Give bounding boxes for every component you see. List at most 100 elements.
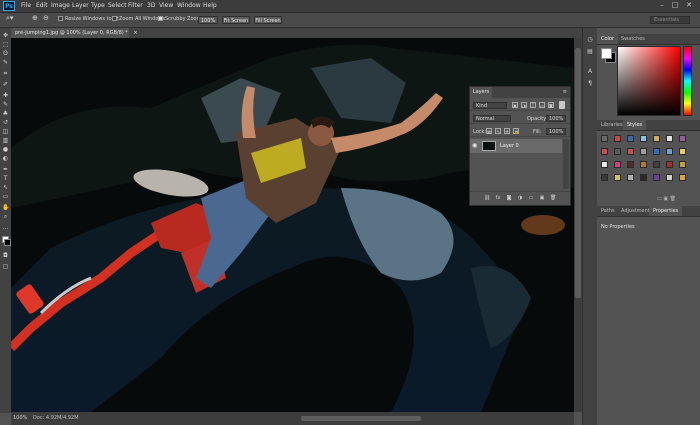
filter-type-icon[interactable]: T	[530, 102, 536, 108]
menu-type[interactable]: Type	[91, 2, 105, 9]
group-icon[interactable]: ▭	[528, 196, 534, 201]
style-swatch[interactable]	[627, 161, 634, 168]
delete-icon[interactable]: 🗑	[550, 196, 556, 201]
vertical-scroll-thumb[interactable]	[575, 48, 581, 298]
lock-transparency-icon[interactable]: ▦	[486, 128, 492, 134]
menu-help[interactable]: Help	[203, 2, 217, 9]
style-swatch[interactable]	[666, 174, 673, 181]
hue-slider[interactable]	[683, 46, 692, 116]
new-layer-icon[interactable]: ▣	[539, 196, 545, 201]
eraser-icon[interactable]: ◫	[2, 128, 9, 135]
tab-swatches[interactable]: Swatches	[617, 34, 649, 44]
document-info[interactable]: Doc: 4.92M/4.92M	[33, 415, 79, 421]
style-swatch[interactable]	[666, 135, 673, 142]
menu-edit[interactable]: Edit	[36, 2, 48, 9]
style-swatch[interactable]	[653, 161, 660, 168]
link-icon[interactable]: ⛓	[484, 196, 490, 201]
style-swatch[interactable]	[601, 148, 608, 155]
layers-scrollbar[interactable]	[563, 139, 569, 189]
color-foreground-swatch[interactable]	[601, 48, 612, 59]
mask-icon[interactable]: ◙	[506, 196, 512, 201]
styles-footer-icons[interactable]: ▭ ▣ 🗑	[657, 196, 676, 202]
style-swatch[interactable]	[640, 135, 647, 142]
style-swatch[interactable]	[627, 148, 634, 155]
marquee-icon[interactable]: ⬚	[2, 41, 9, 48]
menu-file[interactable]: File	[21, 2, 31, 9]
zoom-tool-icon[interactable]: ⌕▾	[6, 14, 13, 23]
horizontal-scroll-thumb[interactable]	[301, 416, 421, 421]
style-swatch[interactable]	[601, 135, 608, 142]
lock-all-icon[interactable]: 🔒	[513, 128, 519, 134]
shape-icon[interactable]: ▭	[2, 193, 9, 200]
style-swatch[interactable]	[666, 161, 673, 168]
style-swatch[interactable]	[666, 148, 673, 155]
menu-view[interactable]: View	[159, 2, 173, 9]
style-swatch[interactable]	[653, 148, 660, 155]
style-swatch[interactable]	[679, 148, 686, 155]
adjustment-icon[interactable]: ◑	[517, 196, 523, 201]
style-swatch[interactable]	[627, 135, 634, 142]
vertical-scrollbar[interactable]	[574, 38, 582, 412]
screen-mode-icon[interactable]: ▢	[2, 263, 9, 270]
quick-select-icon[interactable]: ✎	[2, 59, 9, 66]
workspace-select[interactable]: Essentials	[650, 16, 690, 24]
style-swatch[interactable]	[640, 174, 647, 181]
visibility-eye-icon[interactable]: ◉	[472, 142, 477, 149]
dodge-icon[interactable]: ◐	[2, 155, 9, 162]
style-swatch[interactable]	[601, 161, 608, 168]
history-icon[interactable]: ◷	[586, 36, 594, 44]
filter-adjust-icon[interactable]: ◑	[521, 102, 527, 108]
menu-select[interactable]: Select	[108, 2, 127, 9]
menu-window[interactable]: Window	[177, 2, 201, 9]
eyedropper-icon[interactable]: ✐	[2, 81, 9, 88]
close-icon[interactable]: ✕	[685, 2, 693, 9]
resize-windows-checkbox[interactable]: Resize Windows to Fit	[58, 16, 119, 22]
zoom-icon[interactable]: ⌕	[2, 213, 9, 220]
style-swatch[interactable]	[679, 174, 686, 181]
filter-shape-icon[interactable]: ▭	[539, 102, 545, 108]
style-swatch[interactable]	[614, 148, 621, 155]
tab-properties[interactable]: Properties	[649, 206, 683, 216]
blur-icon[interactable]: ●	[2, 146, 9, 153]
tab-paths[interactable]: Paths	[597, 206, 619, 216]
style-swatch[interactable]	[640, 148, 647, 155]
fx-icon[interactable]: fx	[495, 196, 501, 201]
style-swatch[interactable]	[627, 174, 634, 181]
brush-icon[interactable]: ✎	[2, 101, 9, 108]
style-swatch[interactable]	[614, 161, 621, 168]
resize-windows-check-icon[interactable]	[58, 16, 63, 21]
character-icon[interactable]: A	[586, 68, 594, 76]
kind-filter-select[interactable]: Kind	[473, 102, 507, 109]
menu-image[interactable]: Image	[51, 2, 70, 9]
style-swatch[interactable]	[601, 174, 608, 181]
paragraph-icon[interactable]: ¶	[586, 80, 594, 88]
style-swatch[interactable]	[653, 174, 660, 181]
color-picker-field[interactable]	[617, 46, 681, 116]
fill-field[interactable]: 100%	[546, 128, 566, 135]
more-tools-icon[interactable]: …	[2, 224, 9, 231]
zoom-readout[interactable]: 100%	[13, 415, 27, 421]
filter-pixel-icon[interactable]: ▣	[512, 102, 518, 108]
zoom-100-button[interactable]: 100%	[198, 16, 218, 24]
move-icon[interactable]: ✥	[2, 32, 9, 39]
minimize-icon[interactable]: –	[658, 2, 666, 9]
style-swatch[interactable]	[679, 135, 686, 142]
gradient-icon[interactable]: ▥	[2, 137, 9, 144]
fit-screen-button[interactable]: Fit Screen	[222, 16, 250, 24]
menu-3d[interactable]: 3D	[147, 2, 155, 9]
background-color-swatch[interactable]	[4, 239, 11, 246]
maximize-icon[interactable]: □	[671, 2, 679, 9]
lock-position-icon[interactable]: ✥	[504, 128, 510, 134]
crop-icon[interactable]: ⌗	[2, 70, 9, 77]
pen-icon[interactable]: ✒	[2, 166, 9, 173]
zoom-out-icon[interactable]: ⊖	[43, 14, 49, 22]
document-tab[interactable]: pre-Jumping1.jpg @ 100% (Layer 0, RGB/8)…	[11, 28, 138, 38]
blend-mode-select[interactable]: Normal	[473, 115, 511, 122]
panel-menu-icon[interactable]: ≡	[563, 89, 567, 95]
style-swatch[interactable]	[653, 135, 660, 142]
style-swatch[interactable]	[614, 135, 621, 142]
history-brush-icon[interactable]: ↺	[2, 119, 9, 126]
tab-layers[interactable]: Layers	[470, 87, 492, 98]
document-tab-close-icon[interactable]: ×	[133, 30, 137, 36]
lasso-icon[interactable]: ʘ	[2, 50, 9, 57]
